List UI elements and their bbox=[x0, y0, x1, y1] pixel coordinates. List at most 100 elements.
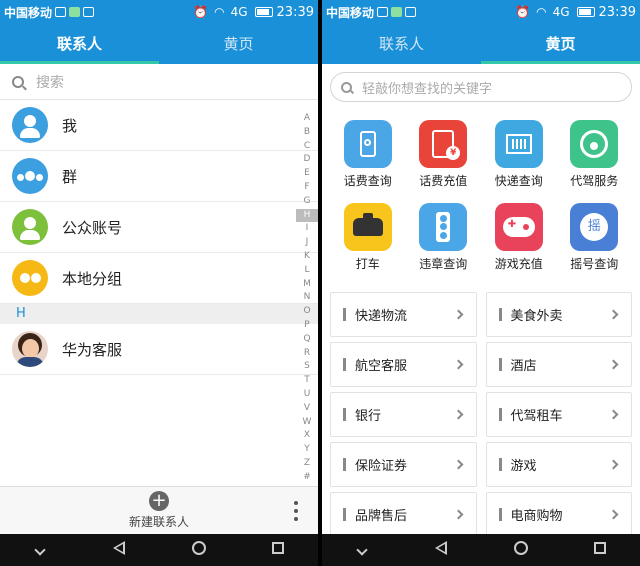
alpha-index-letter[interactable]: C bbox=[296, 140, 318, 154]
message-notification-icon bbox=[83, 7, 95, 17]
system-nav-bar bbox=[322, 534, 640, 566]
nav-home-icon[interactable] bbox=[184, 541, 214, 559]
alpha-index-letter[interactable]: K bbox=[296, 250, 318, 264]
battery-icon bbox=[576, 7, 595, 17]
category-food-delivery[interactable]: 美食外卖 bbox=[485, 292, 632, 337]
service-phone-recharge[interactable]: ¥ 话费充值 bbox=[406, 120, 482, 189]
category-airline-service[interactable]: 航空客服 bbox=[330, 342, 477, 387]
nav-recents-icon[interactable] bbox=[585, 542, 615, 558]
category-label: 品牌售后 bbox=[355, 509, 408, 524]
bottom-action-bar: + 新建联系人 bbox=[0, 486, 318, 534]
alpha-index-letter[interactable]: I bbox=[296, 222, 318, 236]
alpha-index-letter[interactable]: R bbox=[296, 347, 318, 361]
contact-row-local-groups[interactable]: 本地分组 bbox=[0, 253, 318, 304]
nav-back-icon[interactable] bbox=[426, 541, 456, 559]
nav-back-icon[interactable] bbox=[104, 541, 134, 559]
service-designated-driver[interactable]: 代驾服务 bbox=[557, 120, 633, 189]
contact-row-groups[interactable]: 群 bbox=[0, 151, 318, 202]
alpha-index-letter[interactable]: J bbox=[296, 236, 318, 250]
service-express-query[interactable]: 快递查询 bbox=[481, 120, 557, 189]
alpha-index-letter[interactable]: X bbox=[296, 429, 318, 443]
contact-name: 本地分组 bbox=[62, 269, 123, 288]
alpha-index-letter[interactable]: S bbox=[296, 360, 318, 374]
service-label: 代驾服务 bbox=[570, 174, 619, 188]
tab-contacts[interactable]: 联系人 bbox=[322, 24, 481, 64]
category-insurance-securities[interactable]: 保险证券 bbox=[330, 442, 477, 487]
service-lottery-query[interactable]: 摇 摇号查询 bbox=[557, 203, 633, 272]
category-driver-rental[interactable]: 代驾租车 bbox=[485, 392, 632, 437]
contact-row-huawei-service[interactable]: 华为客服 bbox=[0, 324, 318, 375]
alpha-index-letter[interactable]: G bbox=[296, 195, 318, 209]
alpha-index-letter[interactable]: Q bbox=[296, 333, 318, 347]
alpha-index-letter[interactable]: H bbox=[296, 208, 318, 223]
category-bank[interactable]: 银行 bbox=[330, 392, 477, 437]
contact-name: 群 bbox=[62, 167, 78, 186]
contact-row-me[interactable]: 我 bbox=[0, 100, 318, 151]
category-express-logistics[interactable]: 快递物流 bbox=[330, 292, 477, 337]
chevron-right-icon bbox=[453, 309, 463, 320]
chevron-right-icon bbox=[453, 359, 463, 370]
service-label: 游戏充值 bbox=[494, 257, 543, 271]
group-icon bbox=[12, 158, 48, 194]
alpha-index-letter[interactable]: M bbox=[296, 278, 318, 292]
alphabet-index[interactable]: A B C D E F G H I J K L M N O P Q R S T U V W X Y Z # bbox=[296, 112, 318, 485]
alpha-index-letter[interactable]: B bbox=[296, 126, 318, 140]
alpha-index-letter[interactable]: W bbox=[296, 416, 318, 430]
nav-down-icon[interactable] bbox=[25, 542, 55, 558]
alpha-index-letter[interactable]: # bbox=[296, 471, 318, 485]
chevron-right-icon bbox=[453, 409, 463, 420]
alpha-index-letter[interactable]: U bbox=[296, 388, 318, 402]
chevron-right-icon bbox=[608, 409, 619, 420]
yellow-pages-screen: 中国移动 ⏰ ◠ 4G 23:39 联系人 黄页 轻敲你想查找的关键字 话费查询… bbox=[322, 0, 640, 566]
contact-search-bar[interactable]: 搜索 bbox=[0, 64, 318, 100]
new-contact-label: 新建联系人 bbox=[128, 515, 189, 529]
service-label: 话费充值 bbox=[419, 174, 468, 188]
alpha-index-letter[interactable]: P bbox=[296, 319, 318, 333]
nav-down-icon[interactable] bbox=[347, 542, 377, 558]
clock: 23:39 bbox=[276, 4, 314, 20]
contact-row-official-accounts[interactable]: 公众账号 bbox=[0, 202, 318, 253]
alpha-index-letter[interactable]: A bbox=[296, 112, 318, 126]
wifi-icon: ◠ bbox=[536, 5, 547, 19]
alpha-index-letter[interactable]: V bbox=[296, 402, 318, 416]
tab-contacts[interactable]: 联系人 bbox=[0, 24, 159, 64]
tab-yellow-pages[interactable]: 黄页 bbox=[481, 24, 640, 64]
service-game-recharge[interactable]: 游戏充值 bbox=[481, 203, 557, 272]
alpha-index-letter[interactable]: Z bbox=[296, 457, 318, 471]
category-label: 保险证券 bbox=[355, 459, 408, 474]
service-taxi[interactable]: 打车 bbox=[330, 203, 406, 272]
status-bar: 中国移动 ⏰ ◠ 4G 23:39 bbox=[0, 0, 318, 24]
category-label: 美食外卖 bbox=[510, 309, 563, 324]
chevron-right-icon bbox=[608, 459, 619, 470]
alpha-index-letter[interactable]: D bbox=[296, 153, 318, 167]
alpha-index-letter[interactable]: E bbox=[296, 167, 318, 181]
new-contact-button[interactable]: + 新建联系人 bbox=[128, 491, 190, 530]
category-ecommerce[interactable]: 电商购物 bbox=[485, 492, 632, 537]
tab-bar: 联系人 黄页 bbox=[322, 24, 640, 64]
alpha-index-letter[interactable]: L bbox=[296, 264, 318, 278]
category-games[interactable]: 游戏 bbox=[485, 442, 632, 487]
contact-name: 公众账号 bbox=[62, 218, 123, 237]
alpha-index-letter[interactable]: O bbox=[296, 305, 318, 319]
customer-service-avatar bbox=[12, 331, 48, 367]
yellow-pages-search-input[interactable]: 轻敲你想查找的关键字 bbox=[330, 72, 632, 102]
alpha-index-letter[interactable]: Y bbox=[296, 443, 318, 457]
service-label: 违章查询 bbox=[419, 257, 468, 271]
tab-yellow-pages[interactable]: 黄页 bbox=[159, 24, 318, 64]
alpha-index-letter[interactable]: F bbox=[296, 181, 318, 195]
more-options-icon[interactable] bbox=[294, 501, 300, 525]
express-search-icon bbox=[494, 120, 543, 168]
category-brand-aftersales[interactable]: 品牌售后 bbox=[330, 492, 477, 537]
image-notification-icon bbox=[55, 7, 67, 17]
service-traffic-violation-query[interactable]: 违章查询 bbox=[406, 203, 482, 272]
carrier-label: 中国移动 bbox=[326, 5, 375, 20]
service-phone-bill-query[interactable]: 话费查询 bbox=[330, 120, 406, 189]
service-label: 快递查询 bbox=[494, 174, 543, 188]
nav-recents-icon[interactable] bbox=[263, 542, 293, 558]
alpha-index-letter[interactable]: N bbox=[296, 291, 318, 305]
chevron-right-icon bbox=[453, 459, 463, 470]
alpha-index-letter[interactable]: T bbox=[296, 374, 318, 388]
search-placeholder: 轻敲你想查找的关键字 bbox=[362, 81, 493, 97]
category-hotel[interactable]: 酒店 bbox=[485, 342, 632, 387]
nav-home-icon[interactable] bbox=[506, 541, 536, 559]
